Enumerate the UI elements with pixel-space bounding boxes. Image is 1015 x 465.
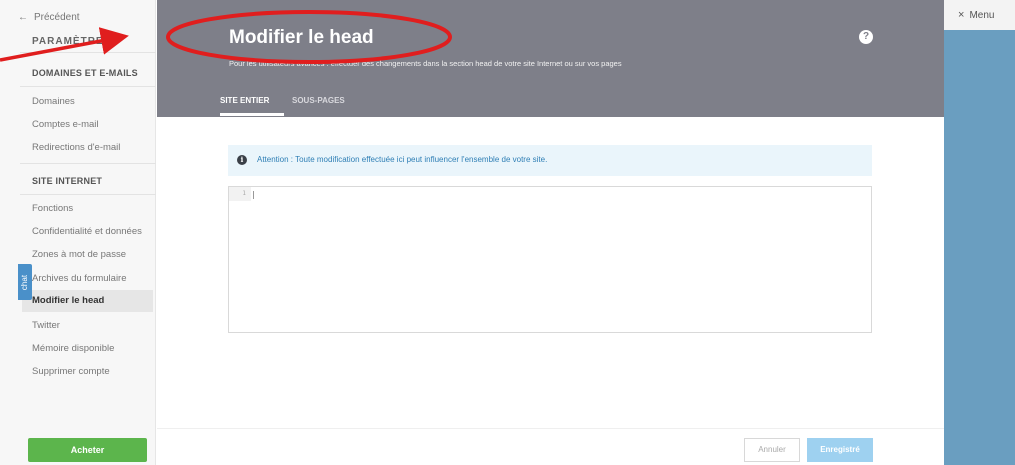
- tab-sous-pages[interactable]: SOUS-PAGES: [292, 96, 345, 105]
- sidebar-item-email-accounts[interactable]: Comptes e-mail: [32, 119, 99, 130]
- sidebar-item-functions[interactable]: Fonctions: [32, 203, 73, 214]
- help-icon[interactable]: ?: [859, 30, 873, 44]
- sidebar-item-edit-head[interactable]: Modifier le head: [22, 290, 153, 312]
- page-header: Modifier le head Pour les utilisateurs a…: [157, 0, 944, 117]
- close-icon: ×: [958, 9, 965, 21]
- footer-divider: [157, 428, 944, 429]
- divider: [20, 86, 156, 87]
- right-panel: × Menu: [944, 0, 1015, 465]
- sidebar-item-email-forwarding[interactable]: Redirections d'e-mail: [32, 142, 120, 153]
- info-icon: i: [237, 155, 247, 165]
- buy-button[interactable]: Acheter: [28, 438, 147, 462]
- line-number: 1: [242, 190, 246, 197]
- divider: [20, 52, 156, 53]
- save-button[interactable]: Enregistré: [807, 438, 873, 462]
- alert-text: Attention : Toute modification effectuée…: [257, 155, 548, 164]
- cancel-button[interactable]: Annuler: [744, 438, 800, 462]
- sidebar-item-storage[interactable]: Mémoire disponible: [32, 343, 114, 354]
- back-label: Précédent: [34, 12, 80, 23]
- active-tab-indicator: [220, 113, 284, 116]
- sidebar-item-password-zones[interactable]: Zones à mot de passe: [32, 249, 126, 260]
- sidebar-item-form-archives[interactable]: Archives du formulaire: [32, 273, 127, 284]
- chat-tab[interactable]: chat: [18, 264, 32, 300]
- tab-site-entier[interactable]: SITE ENTIER: [220, 96, 269, 105]
- warning-alert: i Attention : Toute modification effectu…: [228, 145, 872, 176]
- arrow-left-icon: ←: [18, 12, 28, 23]
- sidebar-item-privacy[interactable]: Confidentialité et données: [32, 226, 142, 237]
- chat-label: chat: [20, 274, 30, 290]
- sidebar: ← Précédent PARAMÈTRES DOMAINES ET E-MAIL…: [0, 0, 156, 465]
- divider: [20, 163, 156, 164]
- head-code-editor[interactable]: 1: [228, 186, 872, 333]
- page-subtitle: Pour les utilisateurs avancés : effectue…: [229, 59, 622, 68]
- page-title: Modifier le head: [229, 27, 374, 48]
- menu-close-button[interactable]: × Menu: [958, 9, 994, 21]
- divider: [20, 194, 156, 195]
- sidebar-title: PARAMÈTRES: [32, 36, 112, 47]
- editor-gutter: 1: [229, 187, 251, 201]
- menu-bar: × Menu: [944, 0, 1015, 30]
- back-link[interactable]: ← Précédent: [18, 12, 80, 23]
- sidebar-item-delete-account[interactable]: Supprimer compte: [32, 366, 110, 377]
- menu-label: Menu: [969, 10, 995, 21]
- sidebar-item-twitter[interactable]: Twitter: [32, 320, 60, 331]
- section-domains-emails: DOMAINES ET E-MAILS: [32, 68, 138, 78]
- section-website: SITE INTERNET: [32, 176, 103, 186]
- sidebar-item-domains[interactable]: Domaines: [32, 96, 75, 107]
- text-cursor: [253, 191, 254, 199]
